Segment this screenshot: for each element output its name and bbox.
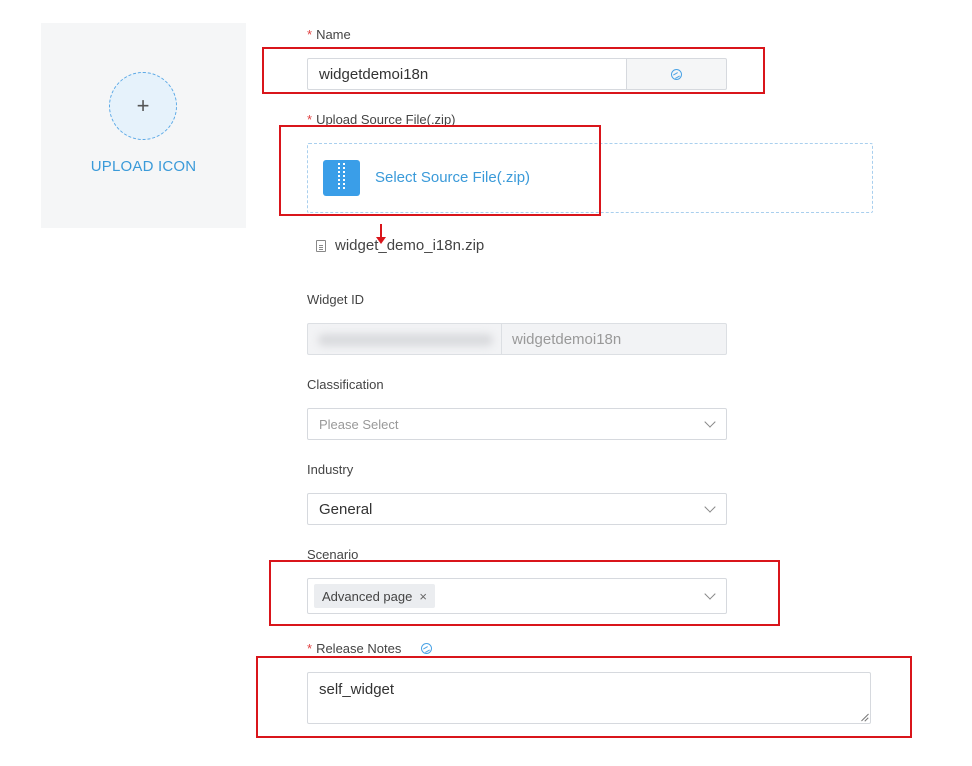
highlight-box-scenario [269, 560, 780, 626]
add-icon[interactable]: + [109, 72, 177, 140]
chevron-down-icon [704, 501, 716, 513]
widget-id-value: widgetdemoi18n [512, 330, 622, 348]
annotation-arrow [376, 224, 386, 244]
industry-label: Industry [307, 462, 354, 477]
globe-icon[interactable] [420, 643, 432, 654]
classification-label: Classification [307, 377, 384, 392]
release-notes-label: * Release Notes [307, 641, 432, 656]
upload-icon-area[interactable]: + UPLOAD ICON [41, 23, 246, 228]
uploaded-file-name[interactable]: widget_demo_i18n.zip [335, 237, 484, 254]
document-icon [316, 239, 326, 252]
plus-icon: + [136, 93, 150, 118]
release-notes-label-text: Release Notes [316, 641, 402, 656]
classification-placeholder: Please Select [319, 416, 399, 432]
widget-id-field: widgetdemoi18n [501, 323, 727, 355]
name-label: * Name [307, 27, 351, 42]
highlight-box-name [262, 47, 765, 94]
industry-select[interactable]: General [307, 493, 727, 525]
upload-icon-label[interactable]: UPLOAD ICON [41, 158, 246, 175]
classification-select[interactable]: Please Select [307, 408, 727, 440]
chevron-down-icon [704, 416, 716, 428]
highlight-box-release-notes [256, 656, 912, 738]
widget-id-prefix-redacted [307, 323, 502, 355]
name-label-text: Name [316, 27, 351, 42]
uploaded-file[interactable]: widget_demo_i18n.zip [316, 237, 484, 254]
highlight-box-source [279, 125, 601, 216]
industry-value: General [319, 500, 373, 518]
required-mark: * [307, 27, 313, 42]
widget-id-label: Widget ID [307, 292, 365, 307]
required-mark: * [307, 641, 313, 656]
